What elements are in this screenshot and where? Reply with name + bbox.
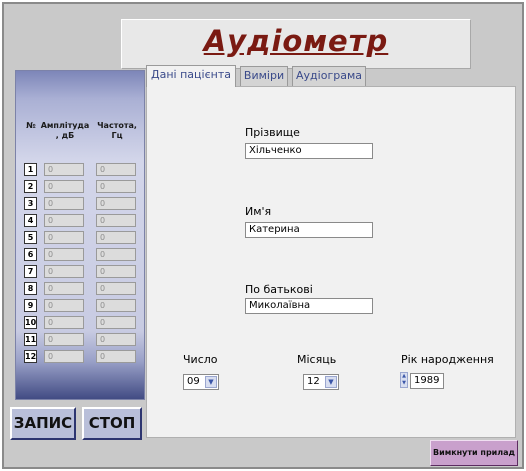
row-number: 11 (24, 333, 37, 346)
day-label: Число (183, 353, 218, 366)
table-row: 4 0 0 (16, 214, 146, 228)
freq-header: Частота, Гц (97, 121, 137, 140)
chevron-down-icon[interactable]: ▼ (325, 376, 337, 388)
measurement-panel: № Амплітуда , дБ Частота, Гц 1 0 0 2 0 0… (15, 70, 145, 400)
patronymic-label: По батькові (245, 283, 313, 296)
patient-data-panel: Прізвище Хільченко Им'я Катерина По бать… (146, 86, 516, 438)
surname-field[interactable]: Хільченко (245, 143, 373, 159)
frequency-field[interactable]: 0 (96, 231, 136, 244)
row-number: 7 (24, 265, 37, 278)
frequency-field[interactable]: 0 (96, 350, 136, 363)
frequency-field[interactable]: 0 (96, 265, 136, 278)
month-select[interactable]: 12 ▼ (303, 374, 339, 390)
row-number: 2 (24, 180, 37, 193)
table-row: 12 0 0 (16, 350, 146, 364)
title-banner: Аудіометр (121, 19, 471, 69)
row-number: 12 (24, 350, 37, 363)
table-row: 9 0 0 (16, 299, 146, 313)
row-number: 6 (24, 248, 37, 261)
amplitude-field[interactable]: 0 (44, 248, 84, 261)
frequency-field[interactable]: 0 (96, 282, 136, 295)
frequency-field[interactable]: 0 (96, 299, 136, 312)
row-number: 9 (24, 299, 37, 312)
amplitude-field[interactable]: 0 (44, 299, 84, 312)
table-row: 3 0 0 (16, 197, 146, 211)
num-header: № (26, 121, 36, 130)
patronymic-field[interactable]: Миколаївна (245, 298, 373, 314)
amplitude-field[interactable]: 0 (44, 231, 84, 244)
amplitude-field[interactable]: 0 (44, 180, 84, 193)
day-select[interactable]: 09 ▼ (183, 374, 219, 390)
tab-audiogram[interactable]: Аудіограма (292, 66, 366, 86)
chevron-down-icon[interactable]: ▼ (205, 376, 217, 388)
year-field[interactable]: 1989 (410, 373, 444, 389)
year-label: Рік народження (401, 353, 494, 366)
frequency-field[interactable]: 0 (96, 180, 136, 193)
table-row: 1 0 0 (16, 163, 146, 177)
amplitude-field[interactable]: 0 (44, 265, 84, 278)
frequency-field[interactable]: 0 (96, 214, 136, 227)
table-row: 6 0 0 (16, 248, 146, 262)
spin-down-icon[interactable]: ▼ (401, 380, 407, 387)
row-number: 10 (24, 316, 37, 329)
amplitude-field[interactable]: 0 (44, 316, 84, 329)
table-row: 7 0 0 (16, 265, 146, 279)
amplitude-field[interactable]: 0 (44, 282, 84, 295)
table-row: 10 0 0 (16, 316, 146, 330)
tab-patient-data[interactable]: Дані пацієнта (146, 65, 236, 87)
record-button[interactable]: ЗАПИС (10, 407, 76, 440)
surname-label: Прізвище (245, 126, 300, 139)
table-row: 2 0 0 (16, 180, 146, 194)
table-row: 5 0 0 (16, 231, 146, 245)
table-row: 8 0 0 (16, 282, 146, 296)
row-number: 1 (24, 163, 37, 176)
name-label: Им'я (245, 205, 272, 218)
frequency-field[interactable]: 0 (96, 316, 136, 329)
amp-header: Амплітуда , дБ (40, 121, 90, 140)
day-value: 09 (187, 376, 200, 387)
month-value: 12 (307, 376, 320, 387)
table-row: 11 0 0 (16, 333, 146, 347)
stop-button[interactable]: СТОП (82, 407, 142, 440)
frequency-field[interactable]: 0 (96, 197, 136, 210)
frequency-field[interactable]: 0 (96, 333, 136, 346)
amplitude-field[interactable]: 0 (44, 214, 84, 227)
row-number: 5 (24, 231, 37, 244)
frequency-field[interactable]: 0 (96, 163, 136, 176)
amplitude-field[interactable]: 0 (44, 333, 84, 346)
row-number: 8 (24, 282, 37, 295)
frequency-field[interactable]: 0 (96, 248, 136, 261)
app-title: Аудіометр (203, 24, 389, 58)
amplitude-field[interactable]: 0 (44, 350, 84, 363)
amplitude-field[interactable]: 0 (44, 163, 84, 176)
tab-measurements[interactable]: Виміри (240, 66, 288, 86)
power-off-button[interactable]: Вимкнути прилад (430, 440, 518, 466)
spinner-icon[interactable]: ▲ ▼ (400, 372, 408, 388)
row-number: 4 (24, 214, 37, 227)
name-field[interactable]: Катерина (245, 222, 373, 238)
row-number: 3 (24, 197, 37, 210)
amplitude-field[interactable]: 0 (44, 197, 84, 210)
spin-up-icon[interactable]: ▲ (401, 373, 407, 380)
month-label: Місяць (297, 353, 337, 366)
